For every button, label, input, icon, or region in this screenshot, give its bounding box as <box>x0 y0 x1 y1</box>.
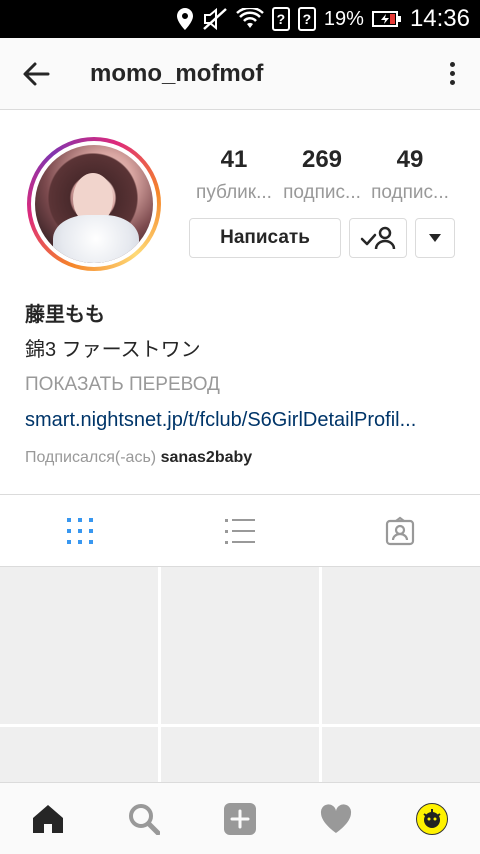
story-ring[interactable] <box>27 137 161 271</box>
stat-label: публик... <box>196 182 272 203</box>
back-button[interactable] <box>0 38 72 110</box>
stat-count: 49 <box>396 146 424 173</box>
profile-avatar-icon <box>416 802 448 835</box>
stat-following[interactable]: 49 подпис... <box>366 146 454 204</box>
post-thumbnail[interactable] <box>0 567 158 724</box>
profile-bio: 藤里もも 錦3 ファーストワン ПОКАЗАТЬ ПЕРЕВОД smart.n… <box>25 300 465 471</box>
mute-icon <box>202 7 228 31</box>
location-icon <box>176 7 194 31</box>
following-user-icon <box>360 226 396 250</box>
arrow-left-icon <box>23 62 50 85</box>
page-title: momo_mofmof <box>90 59 264 87</box>
profile-stats: 41 публик... 269 подпис... 49 подпис... <box>190 146 460 204</box>
sim-unknown-icon: ? <box>297 7 316 31</box>
post-thumbnail[interactable] <box>161 567 319 724</box>
add-post-icon <box>224 802 256 835</box>
status-bar: ? ? 19% 14:36 <box>0 0 480 38</box>
tab-list[interactable] <box>160 495 320 566</box>
message-button[interactable]: Написать <box>189 218 341 258</box>
sim-unknown-icon: ? <box>271 7 290 31</box>
website-link[interactable]: smart.nightsnet.jp/t/fclub/S6GirlDetailP… <box>25 405 455 435</box>
search-icon <box>129 803 160 835</box>
heart-icon <box>320 803 352 833</box>
stat-label: подпис... <box>371 182 449 203</box>
more-vertical-icon <box>449 62 455 67</box>
battery-icon <box>371 11 401 27</box>
suggestions-dropdown-button[interactable] <box>415 218 455 258</box>
profile-avatar <box>35 145 153 263</box>
profile-tab-bar <box>0 494 480 567</box>
post-thumbnail[interactable] <box>161 727 319 783</box>
app-bar: momo_mofmof <box>0 38 480 110</box>
home-icon <box>33 804 63 833</box>
clock: 14:36 <box>409 5 470 32</box>
tab-tagged[interactable] <box>320 495 480 566</box>
bottom-navigation <box>0 782 480 854</box>
profile-screen: ? ? 19% 14:36 momo_mofmof 41 публик... 2… <box>0 0 480 854</box>
followed-by[interactable]: Подписался(-ась) sanas2baby <box>25 445 465 471</box>
profile-actions: Написать <box>189 218 455 258</box>
tagged-photos-icon <box>385 516 415 545</box>
more-options-button[interactable] <box>424 38 480 110</box>
posts-grid <box>0 567 480 783</box>
followed-by-username[interactable]: sanas2baby <box>161 449 253 466</box>
grid-view-icon <box>67 517 93 544</box>
nav-add-post[interactable] <box>192 783 288 854</box>
following-button[interactable] <box>349 218 407 258</box>
tab-grid[interactable] <box>0 495 160 566</box>
wifi-icon <box>236 7 264 31</box>
stat-posts[interactable]: 41 публик... <box>190 146 278 204</box>
stat-followers[interactable]: 269 подпис... <box>278 146 366 204</box>
nav-profile[interactable] <box>384 783 480 854</box>
post-thumbnail[interactable] <box>0 727 158 783</box>
nav-activity[interactable] <box>288 783 384 854</box>
post-thumbnail[interactable] <box>322 567 480 724</box>
post-thumbnail[interactable] <box>322 727 480 783</box>
bio-text: 錦3 ファーストワン <box>25 339 201 361</box>
caret-down-icon <box>429 234 441 242</box>
battery-percent: 19% <box>323 7 364 30</box>
nav-search[interactable] <box>96 783 192 854</box>
profile-name: 藤里もも <box>25 304 105 326</box>
list-view-icon <box>225 518 255 544</box>
show-translation-link[interactable]: ПОКАЗАТЬ ПЕРЕВОД <box>25 370 465 400</box>
stat-count: 269 <box>301 146 343 173</box>
followed-by-label: Подписался(-ась) <box>25 449 157 466</box>
stat-label: подпис... <box>283 182 361 203</box>
nav-home[interactable] <box>0 783 96 854</box>
stat-count: 41 <box>220 146 248 173</box>
